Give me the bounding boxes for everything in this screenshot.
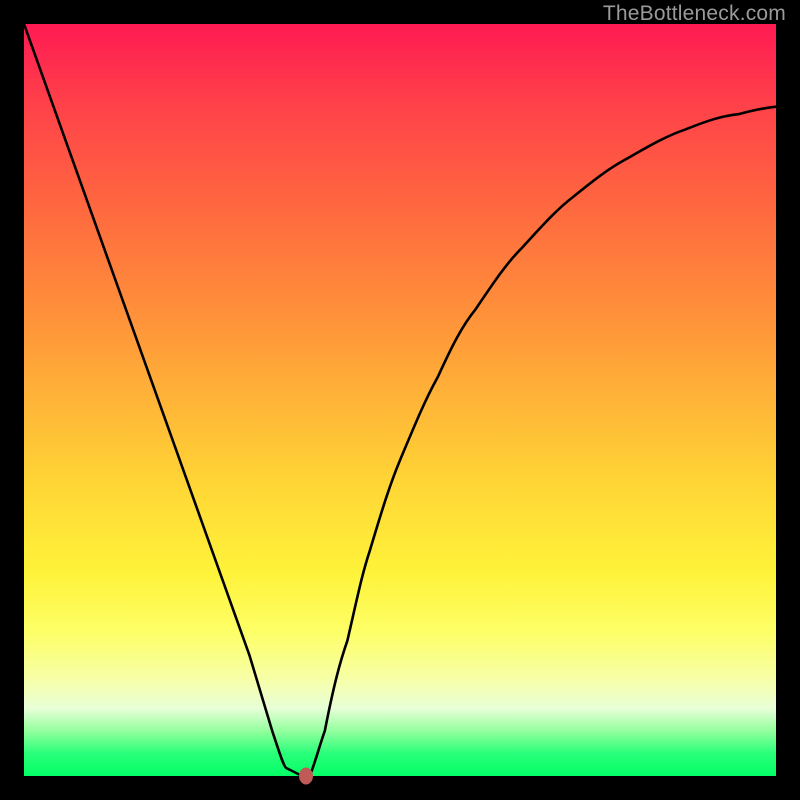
minimum-marker (299, 768, 313, 785)
watermark-text: TheBottleneck.com (603, 2, 786, 26)
chart-frame: TheBottleneck.com (0, 0, 800, 800)
bottleneck-curve (24, 24, 776, 776)
plot-area (24, 24, 776, 776)
